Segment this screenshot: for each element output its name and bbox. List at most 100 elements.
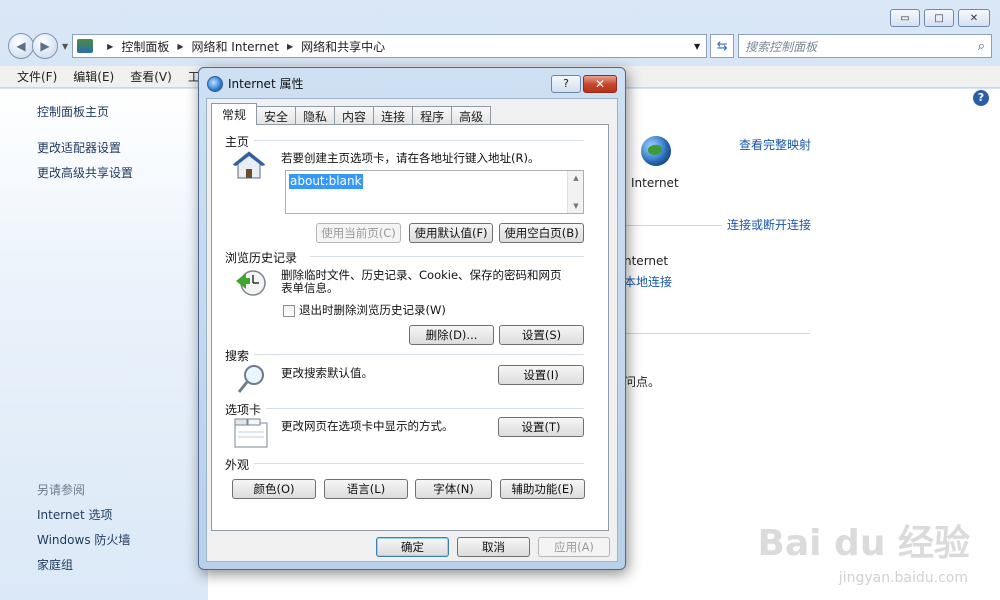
chevron-right-icon[interactable]: ▶: [287, 42, 293, 51]
dialog-close-button[interactable]: ✕: [583, 75, 617, 93]
use-current-button[interactable]: 使用当前页(C): [316, 223, 401, 243]
menu-view[interactable]: 查看(V): [130, 68, 172, 85]
internet-explorer-icon: [207, 75, 223, 92]
textarea-scrollbar[interactable]: ▲ ▼: [567, 171, 583, 213]
access-point-text: 问点。: [624, 375, 661, 389]
tabs-description: 更改网页在选项卡中显示的方式。: [281, 419, 454, 433]
accessibility-button[interactable]: 辅助功能(E): [500, 479, 585, 499]
close-button[interactable]: ✕: [958, 9, 990, 27]
breadcrumb-network-sharing-center[interactable]: 网络和共享中心: [301, 38, 385, 55]
delete-history-button[interactable]: 删除(D)...: [409, 325, 494, 345]
dialog-caption-buttons: ? ✕: [551, 75, 617, 93]
home-icon: [232, 151, 266, 179]
magnifier-icon: [237, 365, 264, 393]
history-description-line2: 表单信息。: [281, 281, 339, 295]
connect-disconnect-link[interactable]: 连接或断开连接: [727, 216, 811, 233]
tab-security[interactable]: 安全: [256, 106, 297, 125]
sidebar-item-internet-options[interactable]: Internet 选项: [37, 506, 112, 523]
address-bar[interactable]: ▶ 控制面板 ▶ 网络和 Internet ▶ 网络和共享中心 ▼: [72, 34, 708, 58]
chevron-right-icon[interactable]: ▶: [107, 42, 113, 51]
internet-globe-icon: [641, 136, 671, 166]
scroll-up-icon[interactable]: ▲: [568, 171, 584, 185]
use-blank-button[interactable]: 使用空白页(B): [499, 223, 584, 243]
home-page-value: about:blank: [289, 174, 363, 189]
forward-button[interactable]: ▶: [32, 33, 58, 59]
tab-strip: 常规 安全 隐私 内容 连接 程序 高级: [211, 103, 492, 125]
fonts-button[interactable]: 字体(N): [415, 479, 492, 499]
breadcrumb-network-internet[interactable]: 网络和 Internet: [191, 38, 278, 55]
delete-on-exit-checkbox[interactable]: [283, 305, 295, 317]
breadcrumb-control-panel[interactable]: 控制面板: [121, 38, 169, 55]
divider: [610, 333, 810, 334]
forward-arrow-icon: ▶: [40, 39, 50, 53]
divider: [266, 408, 584, 409]
back-arrow-icon: ◀: [16, 39, 26, 53]
search-icon[interactable]: ⌕: [978, 39, 985, 54]
address-dropdown-icon[interactable]: ▼: [694, 42, 700, 51]
general-tab-panel: 主页 若要创建主页选项卡，请在各地址行键入地址(R)。 about:blank …: [211, 124, 609, 531]
dialog-title: Internet 属性: [228, 77, 304, 91]
divider: [610, 225, 722, 226]
minimize-button[interactable]: ▭: [890, 9, 920, 27]
search-settings-button[interactable]: 设置(I): [498, 365, 584, 385]
history-clock-icon: [236, 270, 266, 296]
home-page-description: 若要创建主页选项卡，请在各地址行键入地址(R)。: [281, 151, 540, 165]
search-placeholder: 搜索控制面板: [745, 39, 818, 54]
address-row: ◀ ▶ ▼ ▶ 控制面板 ▶ 网络和 Internet ▶ 网络和共享中心 ▼ …: [8, 32, 992, 60]
back-button[interactable]: ◀: [8, 33, 34, 59]
divider: [254, 354, 584, 355]
sidebar-item-control-panel-home[interactable]: 控制面板主页: [37, 103, 109, 120]
sidebar-item-advanced-sharing[interactable]: 更改高级共享设置: [37, 164, 133, 181]
tab-privacy[interactable]: 隐私: [295, 106, 336, 125]
internet-label: Internet: [631, 176, 679, 190]
window-controls: ▭ □ ✕: [890, 9, 990, 27]
languages-button[interactable]: 语言(L): [324, 479, 408, 499]
ok-button[interactable]: 确定: [376, 537, 449, 557]
dialog-title-bar[interactable]: Internet 属性: [207, 75, 303, 92]
help-icon[interactable]: ?: [973, 90, 989, 106]
tab-programs[interactable]: 程序: [412, 106, 453, 125]
browsing-history-group-label: 浏览历史记录: [225, 251, 298, 265]
tabs-settings-button[interactable]: 设置(T): [498, 417, 584, 437]
scroll-down-icon[interactable]: ▼: [568, 199, 584, 213]
refresh-icon: ⇆: [716, 38, 728, 54]
search-group-label: 搜索: [225, 349, 250, 363]
divider: [310, 256, 584, 257]
local-connection-link[interactable]: 本地连接: [624, 273, 672, 290]
cancel-button[interactable]: 取消: [457, 537, 530, 557]
appearance-group-label: 外观: [225, 458, 250, 472]
tab-content[interactable]: 内容: [334, 106, 375, 125]
control-panel-icon: [77, 39, 94, 53]
sidebar-item-homegroup[interactable]: 家庭组: [37, 556, 73, 573]
tab-connections[interactable]: 连接: [373, 106, 414, 125]
search-description: 更改搜索默认值。: [281, 366, 373, 380]
home-page-textarea[interactable]: about:blank ▲ ▼: [285, 170, 584, 214]
home-page-group-label: 主页: [225, 135, 250, 149]
search-input[interactable]: 搜索控制面板 ⌕: [738, 34, 992, 58]
watermark-logo: Bai du 经验: [757, 523, 970, 564]
colors-button[interactable]: 颜色(O): [232, 479, 316, 499]
use-default-button[interactable]: 使用默认值(F): [409, 223, 493, 243]
internet-properties-dialog: Internet 属性 ? ✕ 常规 安全 隐私 内容 连接 程序 高级 主页 …: [198, 67, 626, 570]
view-full-map-link[interactable]: 查看完整映射: [739, 136, 811, 153]
sidebar-item-adapter-settings[interactable]: 更改适配器设置: [37, 139, 121, 156]
divider: [254, 463, 584, 464]
sidebar-item-windows-firewall[interactable]: Windows 防火墙: [37, 531, 130, 548]
history-settings-button[interactable]: 设置(S): [499, 325, 584, 345]
tab-general[interactable]: 常规: [211, 103, 258, 125]
delete-on-exit-label[interactable]: 退出时删除浏览历史记录(W): [299, 304, 446, 317]
menu-edit[interactable]: 编辑(E): [73, 68, 114, 85]
refresh-button[interactable]: ⇆: [710, 34, 735, 58]
dialog-help-button[interactable]: ?: [551, 75, 581, 93]
tab-advanced[interactable]: 高级: [451, 106, 492, 125]
menu-file[interactable]: 文件(F): [17, 68, 57, 85]
see-also-title: 另请参阅: [37, 483, 86, 497]
access-type-value: nternet: [624, 254, 669, 268]
history-dropdown-icon[interactable]: ▼: [62, 42, 68, 51]
divider: [254, 140, 584, 141]
maximize-button[interactable]: □: [924, 9, 954, 27]
watermark-url: jingyan.baidu.com: [838, 570, 968, 586]
tabs-group-label: 选项卡: [225, 403, 262, 417]
apply-button[interactable]: 应用(A): [538, 537, 610, 557]
chevron-right-icon[interactable]: ▶: [177, 42, 183, 51]
